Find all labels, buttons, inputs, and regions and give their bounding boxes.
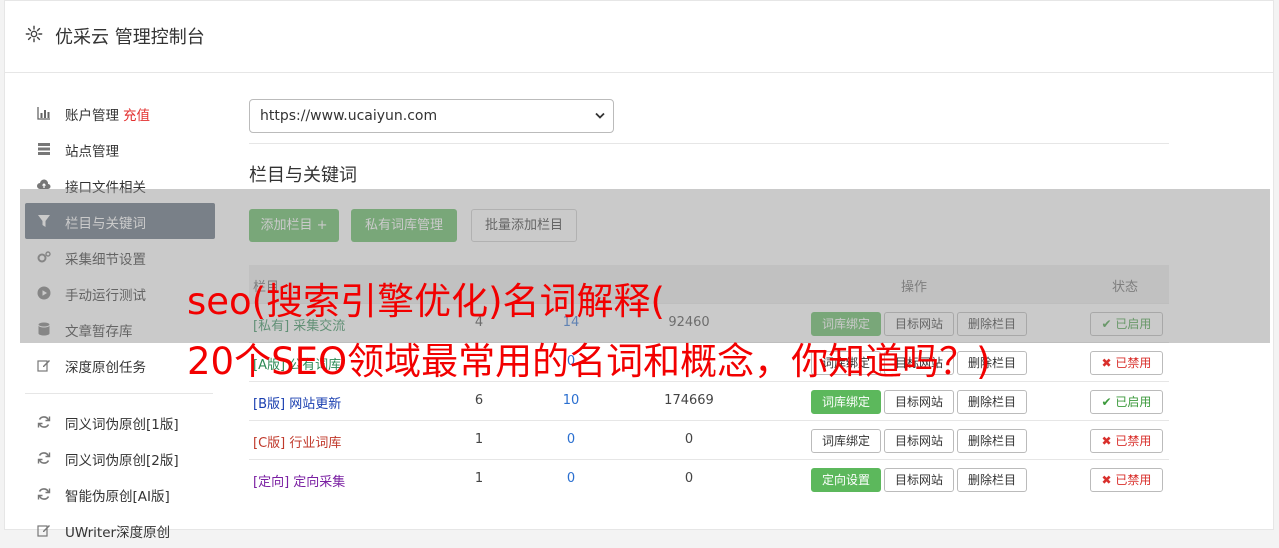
sidebar-item-account[interactable]: 账户管理 充值 [25,95,215,131]
table-row: [C版] 行业词库 1 0 0 词库绑定 目标网站 删除栏目 ✖ 已禁用 [249,420,1169,459]
status-toggle[interactable]: ✔ 已启用 [1090,390,1163,414]
column-name-link[interactable]: [定向] 定向采集 [253,471,345,490]
count-c: 0 [684,432,694,447]
check-icon: ✔ [1101,395,1116,409]
sidebar-item-synonym-v2[interactable]: 同义词伪原创[2版] [25,440,215,476]
column-name-link[interactable]: [C版] 行业词库 [253,432,341,451]
lib-bind-button[interactable]: 词库绑定 [811,429,881,453]
close-icon: ✖ [1101,473,1116,487]
close-icon: ✖ [1101,434,1116,448]
count-c: 0 [684,471,694,486]
sidebar-item-ai-rewrite[interactable]: 智能伪原创[AI版] [25,476,215,512]
status-label: 已禁用 [1115,473,1152,487]
sidebar-item-label: UWriter深度原创 [65,525,171,541]
section-title: 栏目与关键词 [249,165,357,186]
bar-chart-icon [37,107,50,120]
sidebar-item-uwriter[interactable]: UWriter深度原创 [25,512,215,548]
server-icon [38,143,50,155]
page-title: 优采云 管理控制台 [55,27,205,48]
status-label: 已禁用 [1115,356,1152,370]
target-site-button[interactable]: 目标网站 [884,468,954,492]
refresh-icon [37,416,51,428]
count-b-link[interactable]: 0 [567,471,575,486]
delete-column-button[interactable]: 删除栏目 [957,468,1027,492]
count-c: 174669 [664,393,714,408]
target-site-button[interactable]: 目标网站 [884,390,954,414]
banner-title-line2: 20个SEO领域最常用的名词和概念，你知道吗？) [187,340,991,383]
delete-column-button[interactable]: 删除栏目 [957,429,1027,453]
count-b-link[interactable]: 10 [563,393,580,408]
count-b-link[interactable]: 0 [567,432,575,447]
sidebar-item-synonym-v1[interactable]: 同义词伪原创[1版] [25,404,215,440]
table-row: [定向] 定向采集 1 0 0 定向设置 目标网站 删除栏目 ✖ 已禁用 [249,459,1169,498]
status-label: 已启用 [1115,395,1152,409]
edit-icon [37,360,50,372]
sidebar-item-label: 智能伪原创[AI版] [65,489,170,505]
status-toggle[interactable]: ✖ 已禁用 [1090,468,1163,492]
count-a: 1 [474,471,484,486]
edit-icon [37,525,50,537]
sidebar-item-sites[interactable]: 站点管理 [25,131,215,167]
console-card: 优采云 管理控制台 账户管理充值 站点管理 接口文件相关 栏目与关键词 采集细节… [4,0,1274,541]
status-label: 已禁用 [1115,434,1152,448]
site-select-value: https://www.ucaiyun.com [260,108,438,124]
close-icon: ✖ [1101,356,1116,370]
chevron-down-icon [595,112,605,119]
banner-title-line1: seo(搜索引擎优化)名词解释( [187,280,665,323]
sidebar-divider [25,393,213,394]
column-name-link[interactable]: [B版] 网站更新 [253,393,341,412]
table-row: [B版] 网站更新 6 10 174669 词库绑定 目标网站 删除栏目 ✔ 已启用 [249,381,1169,420]
sidebar-item-label: 深度原创任务 [65,360,146,376]
sidebar-item-label: 同义词伪原创[1版] [65,417,179,433]
sidebar-item-label: 账户管理 [65,108,119,124]
card-header: 优采云 管理控制台 [5,1,1273,73]
divider [249,143,1169,144]
recharge-link[interactable]: 充值 [123,108,150,124]
count-a: 1 [474,432,484,447]
site-select[interactable]: https://www.ucaiyun.com [249,99,614,133]
delete-column-button[interactable]: 删除栏目 [957,390,1027,414]
gear-icon [25,25,43,43]
lib-bind-button[interactable]: 词库绑定 [811,390,881,414]
refresh-icon [37,488,51,500]
lib-bind-button[interactable]: 定向设置 [811,468,881,492]
status-toggle[interactable]: ✖ 已禁用 [1090,351,1163,375]
sidebar-item-label: 站点管理 [65,144,119,160]
count-a: 6 [474,393,484,408]
refresh-icon [37,452,51,464]
target-site-button[interactable]: 目标网站 [884,429,954,453]
status-toggle[interactable]: ✖ 已禁用 [1090,429,1163,453]
sidebar-item-label: 同义词伪原创[2版] [65,453,179,469]
